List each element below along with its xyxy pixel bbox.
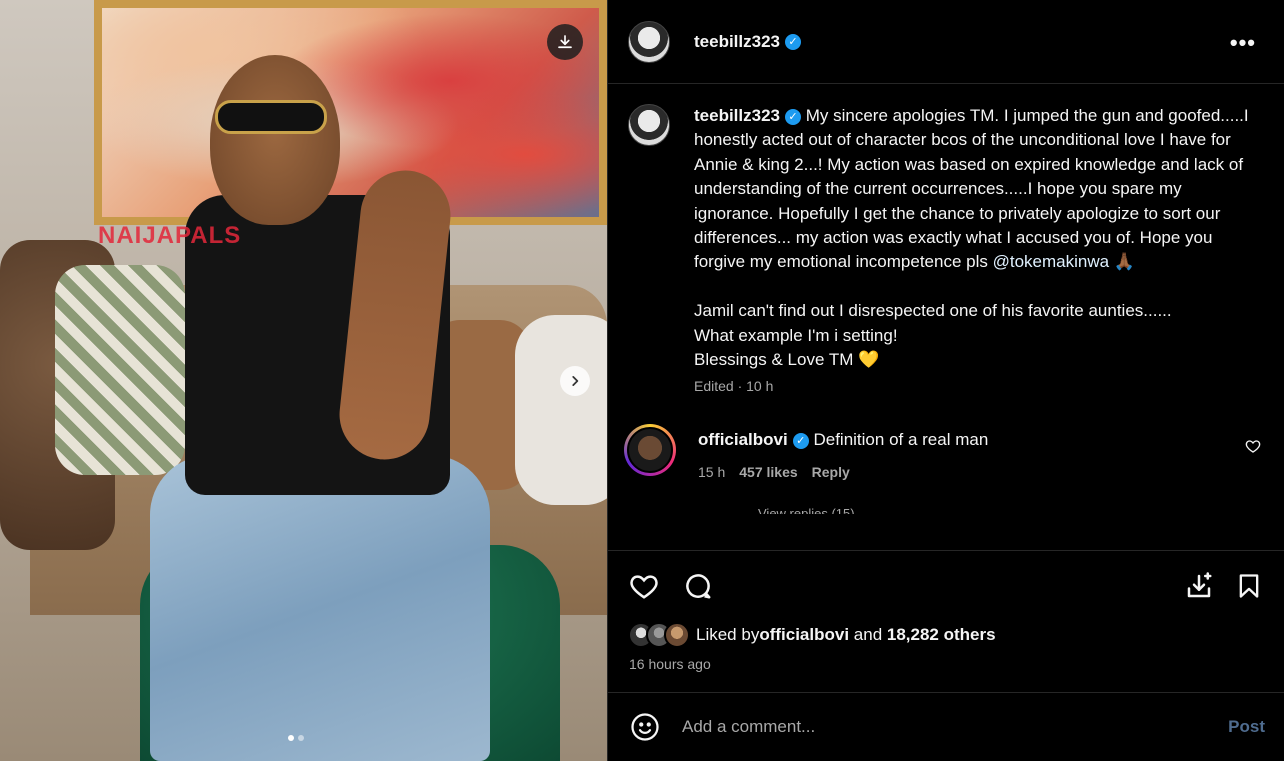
comment-icon bbox=[686, 573, 711, 598]
liked-by: Liked by officialbovi and 18,282 others bbox=[628, 622, 996, 648]
caption-line: What example I'm i setting! bbox=[694, 325, 898, 345]
comment-item: officialbovi ✓ Definition of a real man 1… bbox=[624, 424, 1265, 480]
verified-badge-icon: ✓ bbox=[792, 432, 809, 449]
comment-input[interactable] bbox=[682, 717, 1229, 737]
download-button[interactable] bbox=[547, 24, 583, 60]
liked-by-user[interactable]: officialbovi bbox=[759, 625, 849, 645]
emoji-button[interactable] bbox=[628, 710, 662, 744]
chevron-right-icon bbox=[572, 376, 579, 386]
author-avatar[interactable] bbox=[628, 20, 670, 63]
save-to-collection-icon bbox=[1187, 571, 1212, 597]
liked-by-prefix: Liked by bbox=[696, 625, 760, 644]
comment-composer: Post bbox=[608, 692, 1284, 761]
likes-count[interactable]: 18,282 others bbox=[887, 625, 996, 645]
caption-line: Blessings & Love TM bbox=[694, 350, 859, 370]
post-timestamp[interactable]: 16 hours ago bbox=[629, 656, 711, 672]
comment-likes[interactable]: 457 likes bbox=[739, 464, 797, 480]
white-pillow bbox=[515, 315, 607, 505]
person-head bbox=[210, 55, 340, 225]
save-to-collection-button[interactable] bbox=[1183, 570, 1215, 602]
bookmark-button[interactable] bbox=[1233, 570, 1265, 602]
download-icon bbox=[558, 35, 572, 49]
sunglasses bbox=[215, 100, 327, 134]
verified-badge-icon: ✓ bbox=[785, 108, 801, 125]
emoji-icon bbox=[631, 713, 659, 741]
caption-text: teebillz323 ✓ My sincere apologies TM. I … bbox=[694, 104, 1254, 372]
comment-time: 15 h bbox=[698, 464, 726, 481]
next-slide-button[interactable] bbox=[560, 366, 590, 396]
post-details-panel: teebillz323 ✓ ••• teebillz323 ✓ My sincere… bbox=[607, 0, 1284, 761]
post-image[interactable]: NAIJAPALS bbox=[0, 0, 607, 761]
caption-meta: Edited · 10 h bbox=[694, 378, 774, 395]
reply-button[interactable]: Reply bbox=[812, 464, 850, 480]
verified-badge-icon: ✓ bbox=[785, 34, 801, 51]
wall-painting bbox=[94, 0, 607, 225]
heart-icon bbox=[1245, 440, 1261, 454]
caption-username[interactable]: teebillz323 bbox=[694, 106, 780, 125]
heart-icon bbox=[630, 574, 658, 599]
liked-by-middle: and bbox=[849, 625, 887, 644]
comments-section[interactable]: teebillz323 ✓ My sincere apologies TM. I … bbox=[608, 84, 1284, 550]
caption-emoji: 💛 bbox=[858, 350, 880, 370]
caption-emoji: 🙏🏾 bbox=[1113, 252, 1135, 272]
comment-meta: 15 h 457 likes Reply bbox=[698, 464, 988, 480]
caption-body: My sincere apologies TM. I jumped the gu… bbox=[694, 106, 1249, 272]
action-bar bbox=[608, 550, 1284, 620]
carousel-dot bbox=[298, 735, 304, 741]
caption-author-avatar[interactable] bbox=[628, 104, 670, 146]
liker-avatars bbox=[628, 622, 690, 648]
commenter-avatar[interactable] bbox=[624, 424, 676, 477]
author-username[interactable]: teebillz323 ✓ bbox=[694, 32, 801, 52]
watermark: NAIJAPALS bbox=[98, 222, 242, 249]
caption-line: Jamil can't find out I disrespected one … bbox=[694, 301, 1172, 321]
caption-row: teebillz323 ✓ My sincere apologies TM. I … bbox=[628, 104, 1265, 394]
carousel-dots bbox=[288, 735, 304, 741]
patterned-pillow bbox=[55, 265, 185, 475]
mention-link[interactable]: @tokemakinwa bbox=[993, 252, 1109, 271]
comment-text: officialbovi ✓ Definition of a real man bbox=[698, 430, 988, 450]
comment-like-button[interactable] bbox=[1245, 438, 1261, 459]
avatar bbox=[664, 622, 690, 648]
comment-button[interactable] bbox=[682, 570, 714, 602]
comment-username[interactable]: officialbovi bbox=[698, 430, 788, 449]
like-button[interactable] bbox=[628, 570, 660, 602]
post-header: teebillz323 ✓ ••• bbox=[608, 0, 1284, 84]
person-jeans bbox=[150, 455, 490, 761]
post-button[interactable]: Post bbox=[1228, 717, 1265, 737]
carousel-dot-active bbox=[288, 735, 294, 741]
bookmark-icon bbox=[1239, 573, 1259, 598]
view-replies-link[interactable]: View replies (15) bbox=[758, 506, 1265, 514]
comment-body: Definition of a real man bbox=[813, 430, 989, 450]
more-options-icon[interactable]: ••• bbox=[1230, 30, 1256, 56]
